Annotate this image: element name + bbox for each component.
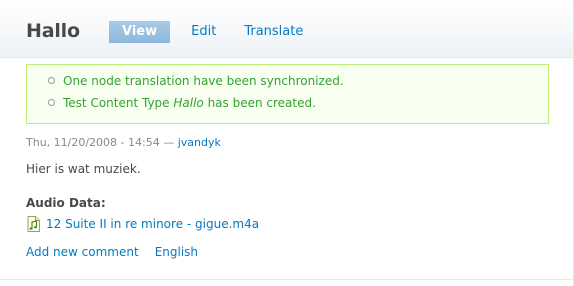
audio-file-row: 12 Suite II in re minore - gigue.m4a bbox=[27, 215, 259, 233]
submitted-separator: — bbox=[159, 136, 178, 149]
submitted-info: Thu, 11/20/2008 - 14:54 — jvandyk bbox=[26, 136, 221, 149]
message-emphasis: Hallo bbox=[173, 96, 204, 110]
message-prefix: Test Content Type bbox=[63, 96, 174, 110]
tab-translate[interactable]: Translate bbox=[232, 21, 315, 43]
tab-edit[interactable]: Edit bbox=[179, 21, 228, 43]
header: Hallo View Edit Translate bbox=[0, 0, 573, 58]
language-link[interactable]: English bbox=[155, 245, 198, 259]
submitted-date: Thu, 11/20/2008 - 14:54 bbox=[26, 136, 160, 149]
bullet-icon bbox=[48, 77, 55, 84]
page-title: Hallo bbox=[26, 20, 80, 42]
tab-view[interactable]: View bbox=[109, 21, 171, 43]
node-body: Hier is wat muziek. bbox=[26, 162, 141, 176]
add-comment-link[interactable]: Add new comment bbox=[26, 245, 139, 259]
divider bbox=[0, 279, 573, 280]
status-messages: One node translation have been synchroni… bbox=[26, 64, 549, 124]
author-link[interactable]: jvandyk bbox=[178, 136, 221, 149]
message-item: Test Content Type Hallo has been created… bbox=[48, 94, 548, 116]
audio-file-link[interactable]: 12 Suite II in re minore - gigue.m4a bbox=[46, 217, 259, 231]
message-text: One node translation have been synchroni… bbox=[63, 74, 344, 88]
message-suffix: has been created. bbox=[203, 96, 316, 110]
bullet-icon bbox=[48, 99, 55, 106]
message-item: One node translation have been synchroni… bbox=[48, 72, 548, 94]
audio-data-label: Audio Data: bbox=[26, 196, 106, 210]
tab-bar: View Edit Translate bbox=[109, 21, 319, 43]
page: Hallo View Edit Translate One node trans… bbox=[0, 0, 574, 286]
node-links: Add new comment English bbox=[26, 245, 214, 259]
message-list: One node translation have been synchroni… bbox=[27, 65, 548, 116]
audio-file-icon bbox=[27, 216, 40, 232]
